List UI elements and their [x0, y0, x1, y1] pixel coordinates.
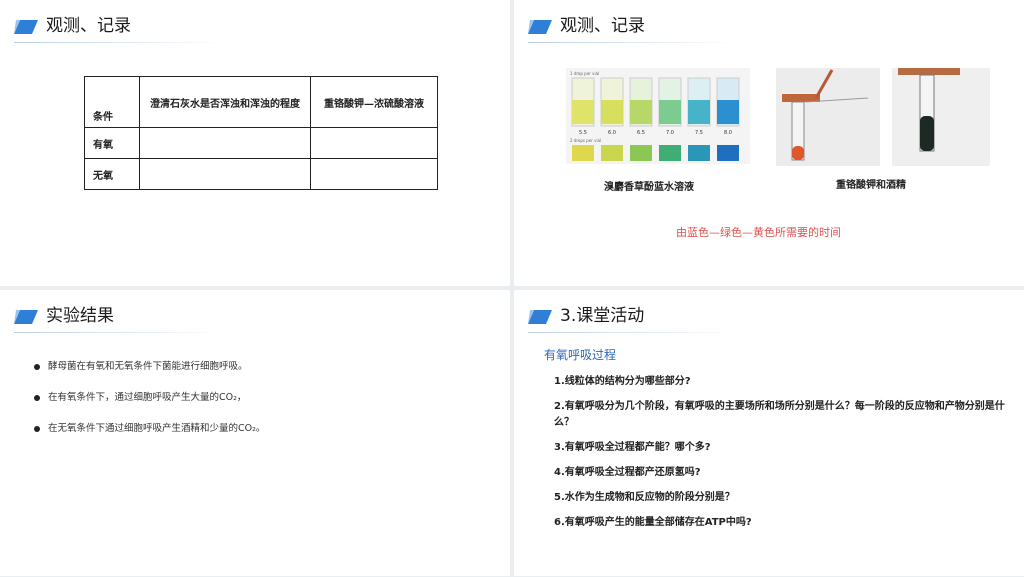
bullet-icon [34, 426, 40, 432]
observation-table: 条件 澄清石灰水是否浑浊和浑浊的程度 重铬酸钾—浓硫酸溶液 有氧 无氧 [84, 76, 438, 190]
title-underline [14, 332, 224, 333]
table-header-limewater: 澄清石灰水是否浑浊和浑浊的程度 [139, 76, 311, 128]
slide-title: 3.课堂活动 [560, 306, 645, 326]
slide-class-activity: 3.课堂活动 有氧呼吸过程 1.线粒体的结构分为哪些部分? 2.有氧呼吸分为几个… [514, 290, 1024, 576]
ph-label: 6.0 [608, 130, 616, 136]
ph-label: 8.0 [724, 130, 732, 136]
list-item: 酵母菌在有氧和无氧条件下菌能进行细胞呼吸。 [34, 360, 265, 391]
question-list: 1.线粒体的结构分为哪些部分? 2.有氧呼吸分为几个阶段，有氧呼吸的主要场所和场… [554, 374, 1014, 540]
ph-label: 5.5 [579, 130, 587, 136]
slide-title: 观测、记录 [560, 16, 645, 36]
result-text: 酵母菌在有氧和无氧条件下菌能进行细胞呼吸。 [48, 361, 248, 372]
slide-header: 实验结果 [14, 304, 234, 333]
question-item: 5.水作为生成物和反应物的阶段分别是？ [554, 492, 735, 503]
question-item: 3.有氧呼吸全过程都产能？哪个多? [554, 442, 711, 453]
ph-label: 7.0 [666, 130, 674, 136]
list-item: 在有氧条件下，通过细胞呼吸产生大量的CO₂， [34, 391, 265, 422]
color-change-note: 由蓝色—绿色—黄色所需要的时间 [676, 226, 841, 239]
row-label-aerobic: 有氧 [84, 127, 140, 159]
slide-experiment-results: 实验结果 酵母菌在有氧和无氧条件下菌能进行细胞呼吸。 在有氧条件下，通过细胞呼吸… [0, 290, 510, 576]
parallelogram-icon [14, 310, 38, 324]
slide-title: 观测、记录 [46, 16, 131, 36]
ph-label: 7.5 [695, 130, 703, 136]
table-cell [310, 127, 438, 159]
question-item: 6.有氧呼吸产生的能量全部储存在ATP中吗? [554, 517, 752, 528]
strip2-label: 2 drops per vial [570, 138, 601, 143]
table-header-row: 条件 澄清石灰水是否浑浊和浑浊的程度 重铬酸钾—浓硫酸溶液 [84, 76, 438, 128]
result-text: 在无氧条件下通过细胞呼吸产生酒精和少量的CO₂。 [48, 423, 266, 434]
slide-observe-record-images: 观测、记录 1 drop per vial 5.5 6.0 6.5 7.0 7.… [514, 0, 1024, 286]
parallelogram-icon [528, 310, 552, 324]
slide-header: 观测、记录 [14, 14, 234, 43]
dichromate-test-tubes-image [776, 68, 990, 166]
question-item: 1.线粒体的结构分为哪些部分? [554, 376, 691, 387]
parallelogram-icon [14, 20, 38, 34]
btb-indicator-vials-image: 1 drop per vial 5.5 6.0 6.5 7.0 7.5 8.0 … [566, 68, 750, 164]
question-item: 4.有氧呼吸全过程都产还原氢吗? [554, 467, 701, 478]
parallelogram-icon [528, 20, 552, 34]
result-text: 在有氧条件下，通过细胞呼吸产生大量的CO₂， [48, 392, 247, 403]
slide-observe-record-table: 观测、记录 条件 澄清石灰水是否浑浊和浑浊的程度 重铬酸钾—浓硫酸溶液 有氧 无… [0, 0, 510, 286]
title-underline [528, 332, 738, 333]
results-list: 酵母菌在有氧和无氧条件下菌能进行细胞呼吸。 在有氧条件下，通过细胞呼吸产生大量的… [34, 360, 265, 453]
btb-caption: 溴麝香草酚蓝水溶液 [604, 182, 694, 193]
slide-header: 观测、记录 [528, 14, 748, 43]
activity-subtitle: 有氧呼吸过程 [544, 348, 617, 362]
slide-title: 实验结果 [46, 306, 114, 326]
table-row: 有氧 [84, 127, 438, 159]
ph-label: 6.5 [637, 130, 645, 136]
bullet-icon [34, 395, 40, 401]
table-header-condition: 条件 [84, 76, 140, 128]
dichromate-caption: 重铬酸钾和酒精 [836, 180, 906, 191]
table-cell [139, 158, 311, 190]
title-underline [14, 42, 224, 43]
table-cell [139, 127, 311, 159]
bullet-icon [34, 364, 40, 370]
table-cell [310, 158, 438, 190]
table-header-dichromate: 重铬酸钾—浓硫酸溶液 [310, 76, 438, 128]
title-underline [528, 42, 738, 43]
row-label-anaerobic: 无氧 [84, 158, 140, 190]
slide-header: 3.课堂活动 [528, 304, 748, 333]
table-row: 无氧 [84, 158, 438, 190]
strip1-label: 1 drop per vial [570, 71, 599, 76]
question-item: 2.有氧呼吸分为几个阶段，有氧呼吸的主要场所和场所分别是什么？每一阶段的反应物和… [554, 401, 1005, 428]
list-item: 在无氧条件下通过细胞呼吸产生酒精和少量的CO₂。 [34, 422, 265, 453]
